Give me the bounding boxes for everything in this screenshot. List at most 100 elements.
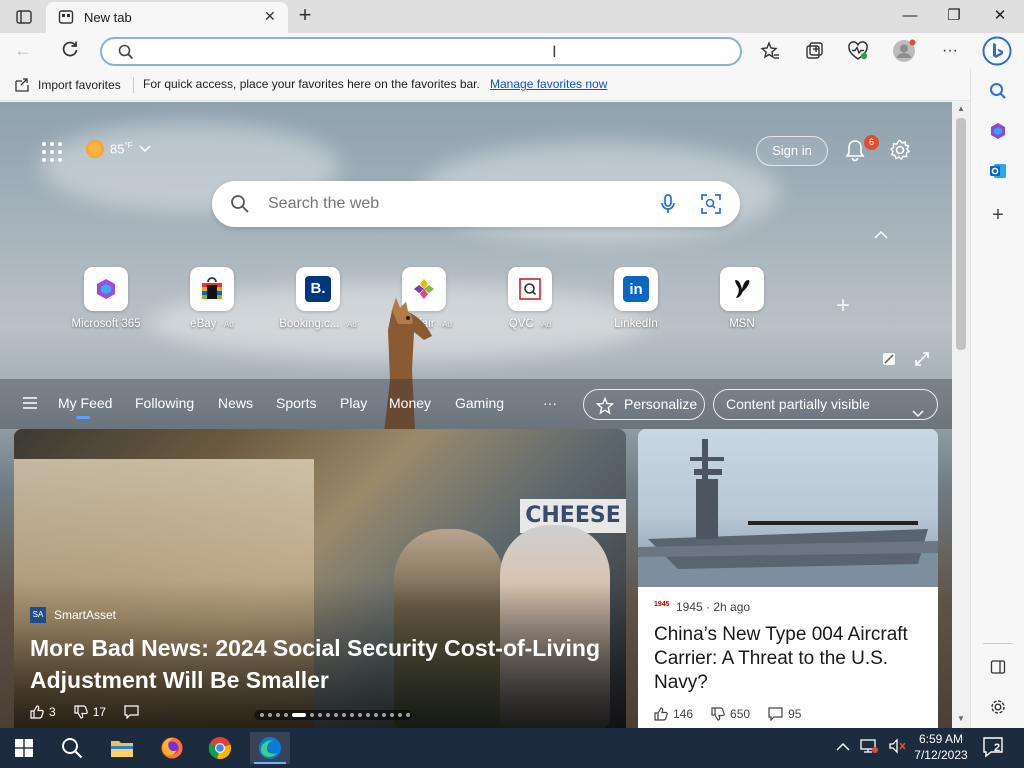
comment-icon — [768, 707, 783, 721]
dislike-button[interactable]: 17 — [74, 705, 106, 719]
side-story-card[interactable]: 1945 1945 · 2h ago China’s New Type 004 … — [638, 429, 938, 728]
quick-link-microsoft-365[interactable]: Microsoft 365 — [56, 267, 156, 330]
sidebar-add-icon[interactable]: + — [986, 203, 1010, 227]
collections-icon[interactable] — [802, 39, 826, 63]
more-tabs-button[interactable]: ··· — [543, 395, 557, 411]
system-clock[interactable]: 6:59 AM 7/12/2023 — [908, 731, 974, 763]
back-button[interactable]: ← — [14, 40, 32, 61]
quick-link-ebay[interactable]: eBay · Ad — [162, 267, 262, 330]
sunny-icon — [86, 140, 104, 158]
scrollbar-thumb[interactable] — [956, 118, 966, 350]
tab-new-tab[interactable]: New tab ✕ — [46, 2, 288, 33]
refresh-button[interactable] — [60, 39, 80, 64]
tab-news[interactable]: News — [218, 395, 253, 411]
more-options-icon[interactable]: ··· — [938, 39, 962, 63]
comment-button[interactable] — [124, 705, 144, 719]
address-bar[interactable]: I — [100, 37, 742, 66]
app-launcher-icon[interactable] — [42, 142, 62, 162]
like-button[interactable]: 146 — [654, 707, 693, 721]
tab-actions-button[interactable] — [10, 6, 38, 28]
search-icon — [230, 194, 250, 219]
chrome-button[interactable] — [200, 732, 240, 764]
text-cursor-icon: I — [552, 42, 557, 61]
edit-background-icon[interactable] — [882, 352, 896, 371]
taskbar-search-button[interactable] — [52, 732, 92, 764]
title-bar: New tab ✕ + — ❐ ✕ — [0, 0, 1024, 33]
main-story-card[interactable]: CHEESE SA SmartAsset More Bad News: 2024… — [14, 429, 626, 728]
sidebar-outlook-icon[interactable] — [986, 159, 1010, 183]
comment-button[interactable]: 95 — [768, 707, 801, 721]
edge-icon — [259, 737, 281, 759]
minimize-button[interactable]: — — [888, 4, 932, 28]
close-tab-icon[interactable]: ✕ — [264, 8, 276, 25]
notifications-bell-icon[interactable] — [844, 138, 866, 167]
favorites-icon[interactable] — [758, 39, 782, 63]
add-quick-link-button[interactable]: + — [836, 292, 850, 320]
chevron-up-icon[interactable] — [836, 739, 850, 757]
sign-in-button[interactable]: Sign in — [756, 136, 828, 166]
msn-butterfly-icon — [720, 267, 764, 311]
firefox-button[interactable] — [152, 732, 192, 764]
personalize-label: Personalize — [624, 396, 698, 412]
tab-following[interactable]: Following — [135, 395, 194, 411]
story-headline[interactable]: More Bad News: 2024 Social Security Cost… — [30, 632, 620, 696]
sidebar-search-icon[interactable] — [986, 79, 1010, 103]
web-search-box[interactable]: Search the web — [212, 181, 740, 227]
tab-gaming[interactable]: Gaming — [455, 395, 504, 411]
sidebar-settings-icon[interactable] — [986, 695, 1010, 719]
weather-widget[interactable]: 85°F — [86, 140, 151, 158]
sidebar-office-icon[interactable] — [986, 119, 1010, 143]
divider — [133, 77, 134, 93]
story-headline[interactable]: China’s New Type 004 Aircraft Carrier: A… — [654, 623, 924, 695]
qvc-icon — [508, 267, 552, 311]
notification-center-button[interactable]: 2 — [982, 736, 1008, 765]
like-button[interactable]: 3 — [30, 705, 56, 719]
content-visibility-dropdown[interactable]: Content partially visible — [713, 389, 938, 420]
visual-search-icon[interactable] — [700, 193, 722, 220]
page-scrollbar[interactable]: ▲ ▼ — [952, 102, 970, 728]
hide-sidebar-icon[interactable] — [986, 655, 1010, 679]
voice-search-mic-icon[interactable] — [658, 193, 678, 220]
file-explorer-button[interactable] — [102, 732, 142, 764]
close-window-button[interactable]: ✕ — [978, 4, 1022, 28]
story-source-name: SmartAsset — [54, 608, 117, 622]
quick-link-booking[interactable]: B. Booking.c... · Ad — [268, 267, 368, 330]
new-tab-button[interactable]: + — [292, 4, 318, 28]
personalize-button[interactable]: Personalize — [583, 389, 705, 420]
volume-muted-icon[interactable] — [888, 737, 906, 759]
scroll-down-arrow-icon[interactable]: ▼ — [957, 714, 965, 723]
search-icon — [62, 738, 83, 759]
edge-button[interactable] — [250, 732, 290, 764]
expand-icon[interactable] — [914, 351, 930, 372]
dislike-button[interactable]: 650 — [711, 707, 750, 721]
import-favorites-label: Import favorites — [38, 78, 121, 92]
start-button[interactable] — [4, 732, 44, 764]
clock-date: 7/12/2023 — [914, 748, 968, 762]
page-settings-gear-icon[interactable] — [888, 138, 912, 167]
tab-play[interactable]: Play — [340, 395, 367, 411]
bing-copilot-icon[interactable] — [982, 36, 1012, 66]
tab-sports[interactable]: Sports — [276, 395, 316, 411]
browser-essentials-icon[interactable] — [846, 39, 870, 63]
collapse-chevron-up-icon[interactable] — [874, 228, 888, 242]
network-icon[interactable] — [860, 738, 878, 759]
profile-avatar[interactable] — [892, 39, 916, 63]
carousel-pagination[interactable] — [254, 710, 412, 720]
tab-my-feed[interactable]: My Feed — [58, 395, 112, 411]
scroll-up-arrow-icon[interactable]: ▲ — [957, 104, 965, 113]
story-source-name: 1945 · 2h ago — [676, 600, 751, 614]
hamburger-menu-icon[interactable] — [22, 396, 38, 415]
manage-favorites-link[interactable]: Manage favorites now — [490, 77, 607, 91]
tab-actions-icon — [16, 10, 32, 24]
1945-logo: 1945 — [654, 601, 670, 608]
smartasset-logo: SA — [30, 607, 46, 623]
search-icon — [118, 44, 134, 65]
quick-link-qvc[interactable]: QVC · Ad — [480, 267, 580, 330]
import-favorites-button[interactable]: Import favorites — [14, 77, 121, 93]
restore-button[interactable]: ❐ — [932, 4, 976, 28]
tab-money[interactable]: Money — [389, 395, 431, 411]
quick-link-msn[interactable]: MSN — [692, 267, 792, 330]
ad-label: · Ad — [342, 320, 357, 329]
quick-link-linkedin[interactable]: in LinkedIn — [586, 267, 686, 330]
favorites-bar: Import favorites For quick access, place… — [0, 69, 970, 101]
